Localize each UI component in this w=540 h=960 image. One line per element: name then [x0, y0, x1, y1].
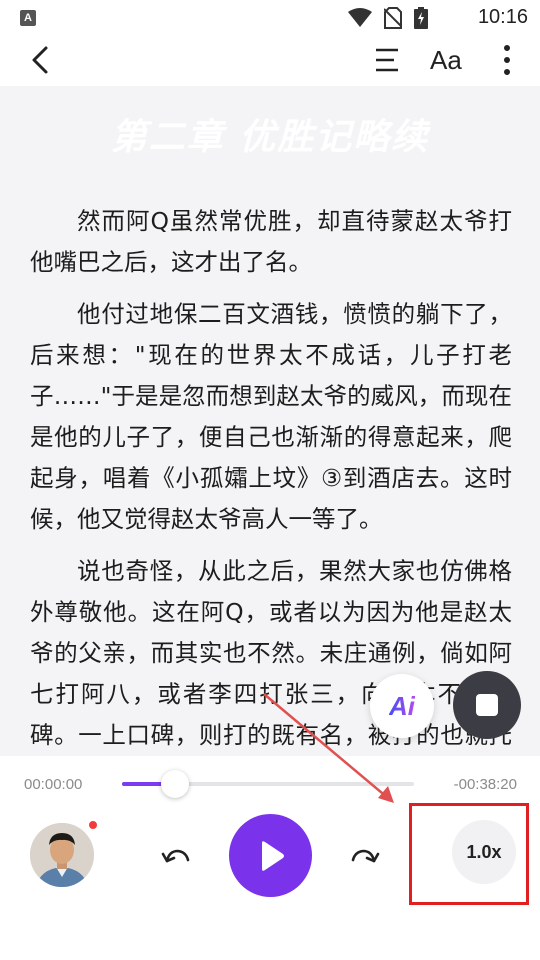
forward-icon — [351, 849, 380, 863]
rewind-button[interactable] — [158, 840, 194, 876]
play-icon — [261, 840, 284, 871]
font-settings-button[interactable]: Aa — [430, 42, 470, 78]
annotation-highlight-box — [409, 803, 529, 905]
play-button[interactable] — [229, 814, 312, 897]
elapsed-time: 00:00:00 — [24, 776, 83, 793]
status-icons — [348, 7, 428, 29]
stop-button[interactable] — [453, 671, 521, 739]
remaining-time: -00:38:20 — [453, 776, 517, 793]
paragraph: 说也奇怪，从此之后，果然大家也仿佛格外尊敬他。这在阿Q，或者以为因为他是赵太爷的… — [30, 557, 512, 749]
avatar-image — [30, 823, 94, 887]
progress-slider[interactable] — [122, 770, 414, 798]
table-of-contents-button[interactable] — [369, 44, 405, 76]
chevron-left-icon — [32, 46, 48, 74]
clock: 10:16 — [477, 6, 528, 28]
stop-icon — [476, 694, 498, 716]
notification-dot — [88, 820, 98, 830]
narrator-avatar[interactable] — [30, 823, 94, 887]
app-badge-icon: A — [20, 10, 36, 26]
battery-charging-icon — [414, 7, 428, 29]
back-button[interactable] — [22, 42, 58, 78]
no-sim-icon — [384, 7, 402, 29]
ai-assistant-button[interactable]: Ai — [370, 674, 434, 738]
status-bar: A 10:16 — [0, 0, 540, 36]
paragraph: 然而阿Q虽然常优胜，却直待蒙赵太爷打他嘴巴之后，这才出了名。 — [30, 207, 512, 276]
more-vertical-icon — [504, 45, 510, 75]
forward-button[interactable] — [347, 840, 383, 876]
top-toolbar: Aa — [0, 36, 540, 86]
paragraph: 他付过地保二百文酒钱，愤愤的躺下了，后来想："现在的世界太不成话，儿子打老子……… — [30, 300, 512, 533]
rewind-icon — [161, 849, 190, 863]
progress-thumb[interactable] — [160, 770, 189, 798]
ai-label: Ai — [389, 690, 415, 721]
table-of-contents-icon — [376, 48, 398, 72]
chapter-body: 然而阿Q虽然常优胜，却直待蒙赵太爷打他嘴巴之后，这才出了名。 他付过地保二百文酒… — [30, 201, 512, 756]
reading-area[interactable]: 第二章 优胜记略续 然而阿Q虽然常优胜，却直待蒙赵太爷打他嘴巴之后，这才出了名。… — [0, 86, 540, 756]
more-button[interactable] — [494, 42, 520, 78]
chapter-title: 第二章 优胜记略续 — [110, 117, 430, 158]
wifi-icon — [348, 8, 372, 27]
